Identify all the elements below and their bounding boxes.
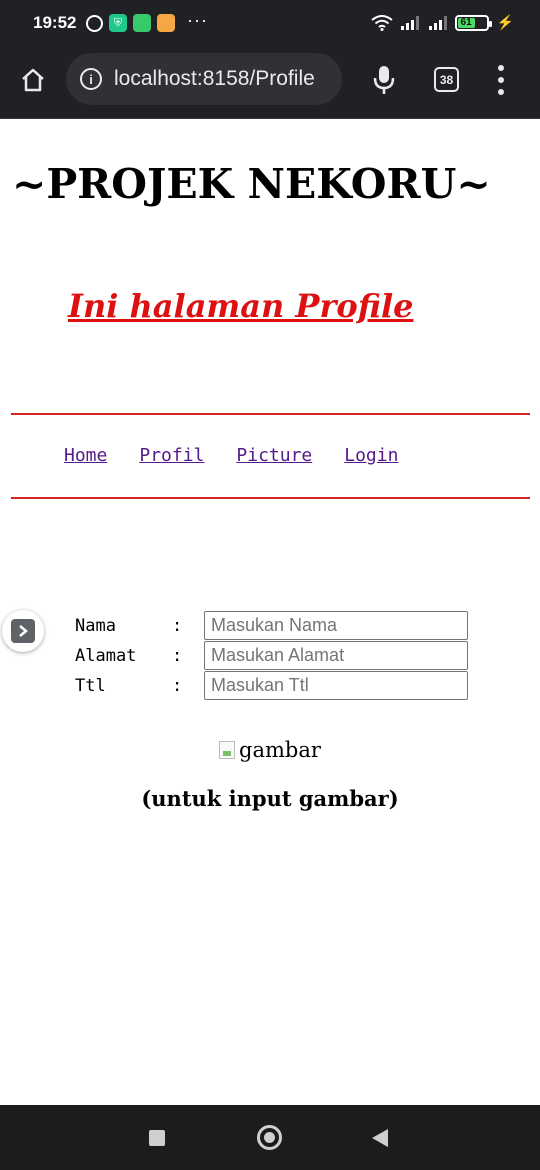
image-alt-text: gambar: [239, 738, 321, 762]
home-nav-button[interactable]: [257, 1125, 282, 1150]
divider-top: [11, 413, 530, 415]
more-notifications-icon: ···: [187, 9, 208, 30]
colon-separator: :: [172, 676, 183, 696]
nav-link-profil[interactable]: Profil: [139, 445, 204, 466]
address-bar[interactable]: i localhost:8158/Profile: [66, 53, 342, 105]
browser-toolbar: i localhost:8158/Profile 38: [0, 48, 540, 119]
nama-input[interactable]: [204, 611, 468, 640]
ttl-label: Ttl: [75, 676, 106, 696]
alamat-input[interactable]: [204, 641, 468, 670]
browser-menu-button[interactable]: [495, 65, 507, 95]
broken-image-icon: [219, 741, 235, 759]
status-time: 19:52: [33, 13, 77, 32]
nav-link-picture[interactable]: Picture: [236, 445, 312, 466]
back-button[interactable]: [372, 1129, 388, 1147]
menu-dot-icon: [498, 77, 504, 83]
shield-icon: ⛨: [109, 14, 127, 32]
page-subtitle: Ini halaman Profile: [68, 287, 414, 325]
nav-link-login[interactable]: Login: [344, 445, 398, 466]
battery-level: 61: [457, 17, 475, 28]
home-circle-icon: [264, 1132, 275, 1143]
charging-icon: ⚡: [496, 14, 514, 30]
info-icon[interactable]: i: [80, 68, 102, 90]
colon-separator: :: [172, 646, 183, 666]
page-title: ~PROJEK NEKORU~: [12, 160, 491, 208]
menu-dot-icon: [498, 65, 504, 71]
side-panel-toggle[interactable]: [2, 610, 44, 652]
alamat-label: Alamat: [75, 646, 137, 666]
message-app-icon: [133, 14, 151, 32]
wifi-icon: [370, 14, 393, 31]
notification-icons: ⛨ ···: [86, 10, 208, 32]
main-nav: Home Profil Picture Login: [64, 445, 430, 466]
home-button[interactable]: [17, 64, 49, 96]
system-icons: 61 ⚡: [370, 14, 514, 31]
alarm-icon: [86, 14, 103, 32]
cell-signal: [400, 15, 447, 30]
home-icon: [22, 68, 44, 92]
ttl-input[interactable]: [204, 671, 468, 700]
profile-image: gambar: [219, 738, 321, 762]
divider-bottom: [11, 497, 530, 499]
voice-search-button[interactable]: [371, 64, 397, 96]
system-nav-bar: [0, 1105, 540, 1170]
colon-separator: :: [172, 616, 183, 636]
notes-app-icon: [157, 14, 175, 32]
signal-bars-icon: [400, 15, 419, 30]
recent-apps-button[interactable]: [149, 1130, 165, 1146]
url-text[interactable]: localhost:8158/Profile: [114, 67, 332, 91]
image-caption: (untuk input gambar): [141, 786, 399, 811]
menu-dot-icon: [498, 89, 504, 95]
chevron-right-icon: [11, 619, 35, 643]
status-bar: 19:52 ⛨ ··· 61 ⚡: [0, 0, 540, 48]
microphone-icon: [373, 66, 395, 94]
nama-label: Nama: [75, 616, 116, 636]
signal-bars-icon: [428, 15, 447, 30]
battery-icon: 61: [454, 14, 492, 31]
nav-link-home[interactable]: Home: [64, 445, 107, 466]
tab-switcher-button[interactable]: 38: [434, 67, 459, 92]
